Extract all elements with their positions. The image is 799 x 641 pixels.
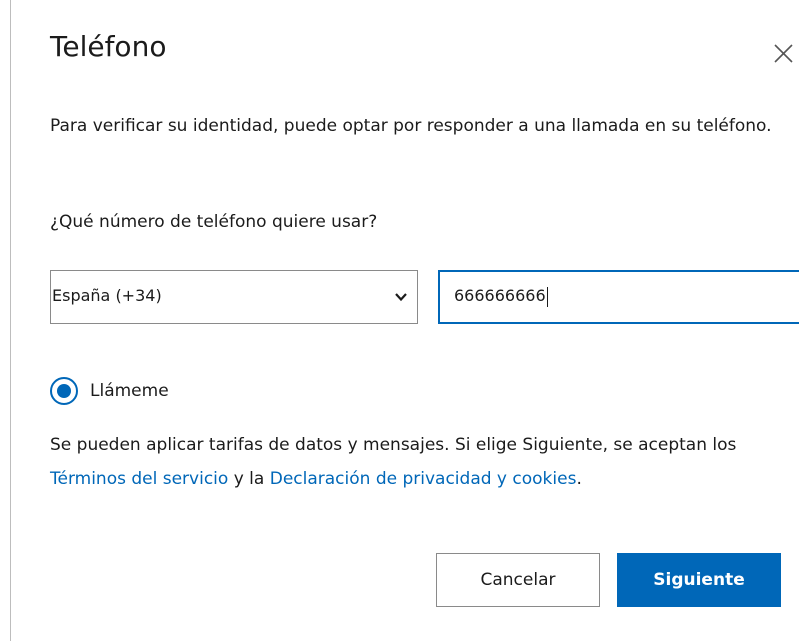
next-button[interactable]: Siguiente [617,553,781,607]
phone-number-value: 666666666 [454,286,548,307]
dialog-left-border [10,0,11,641]
close-icon [774,44,793,63]
close-button[interactable] [768,38,796,66]
phone-number-text: 666666666 [454,286,546,305]
terms-of-service-link[interactable]: Términos del servicio [50,469,228,489]
phone-verification-dialog: Teléfono Para verificar su identidad, pu… [50,0,799,641]
text-caret [546,286,548,307]
chevron-down-icon [395,293,407,302]
phone-question: ¿Qué número de teléfono quiere usar? [50,212,378,232]
country-code-select[interactable]: España (+34) [50,270,418,324]
call-me-radio[interactable] [50,377,78,405]
phone-number-input[interactable]: 666666666 [438,270,799,324]
cancel-button[interactable]: Cancelar [436,553,600,607]
country-code-value: España (+34) [52,286,162,305]
disclaimer-part1: Se pueden aplicar tarifas de datos y men… [50,435,737,455]
radio-selected-dot [57,384,71,398]
disclaimer-part3: . [576,469,582,489]
intro-text: Para verificar su identidad, puede optar… [50,116,772,136]
disclaimer-part2: y la [228,469,270,489]
privacy-statement-link[interactable]: Declaración de privacidad y cookies [270,469,577,489]
call-me-option[interactable]: Llámeme [50,376,169,406]
dialog-title: Teléfono [50,30,167,63]
call-me-label: Llámeme [90,381,169,401]
disclaimer-text: Se pueden aplicar tarifas de datos y men… [50,428,770,496]
